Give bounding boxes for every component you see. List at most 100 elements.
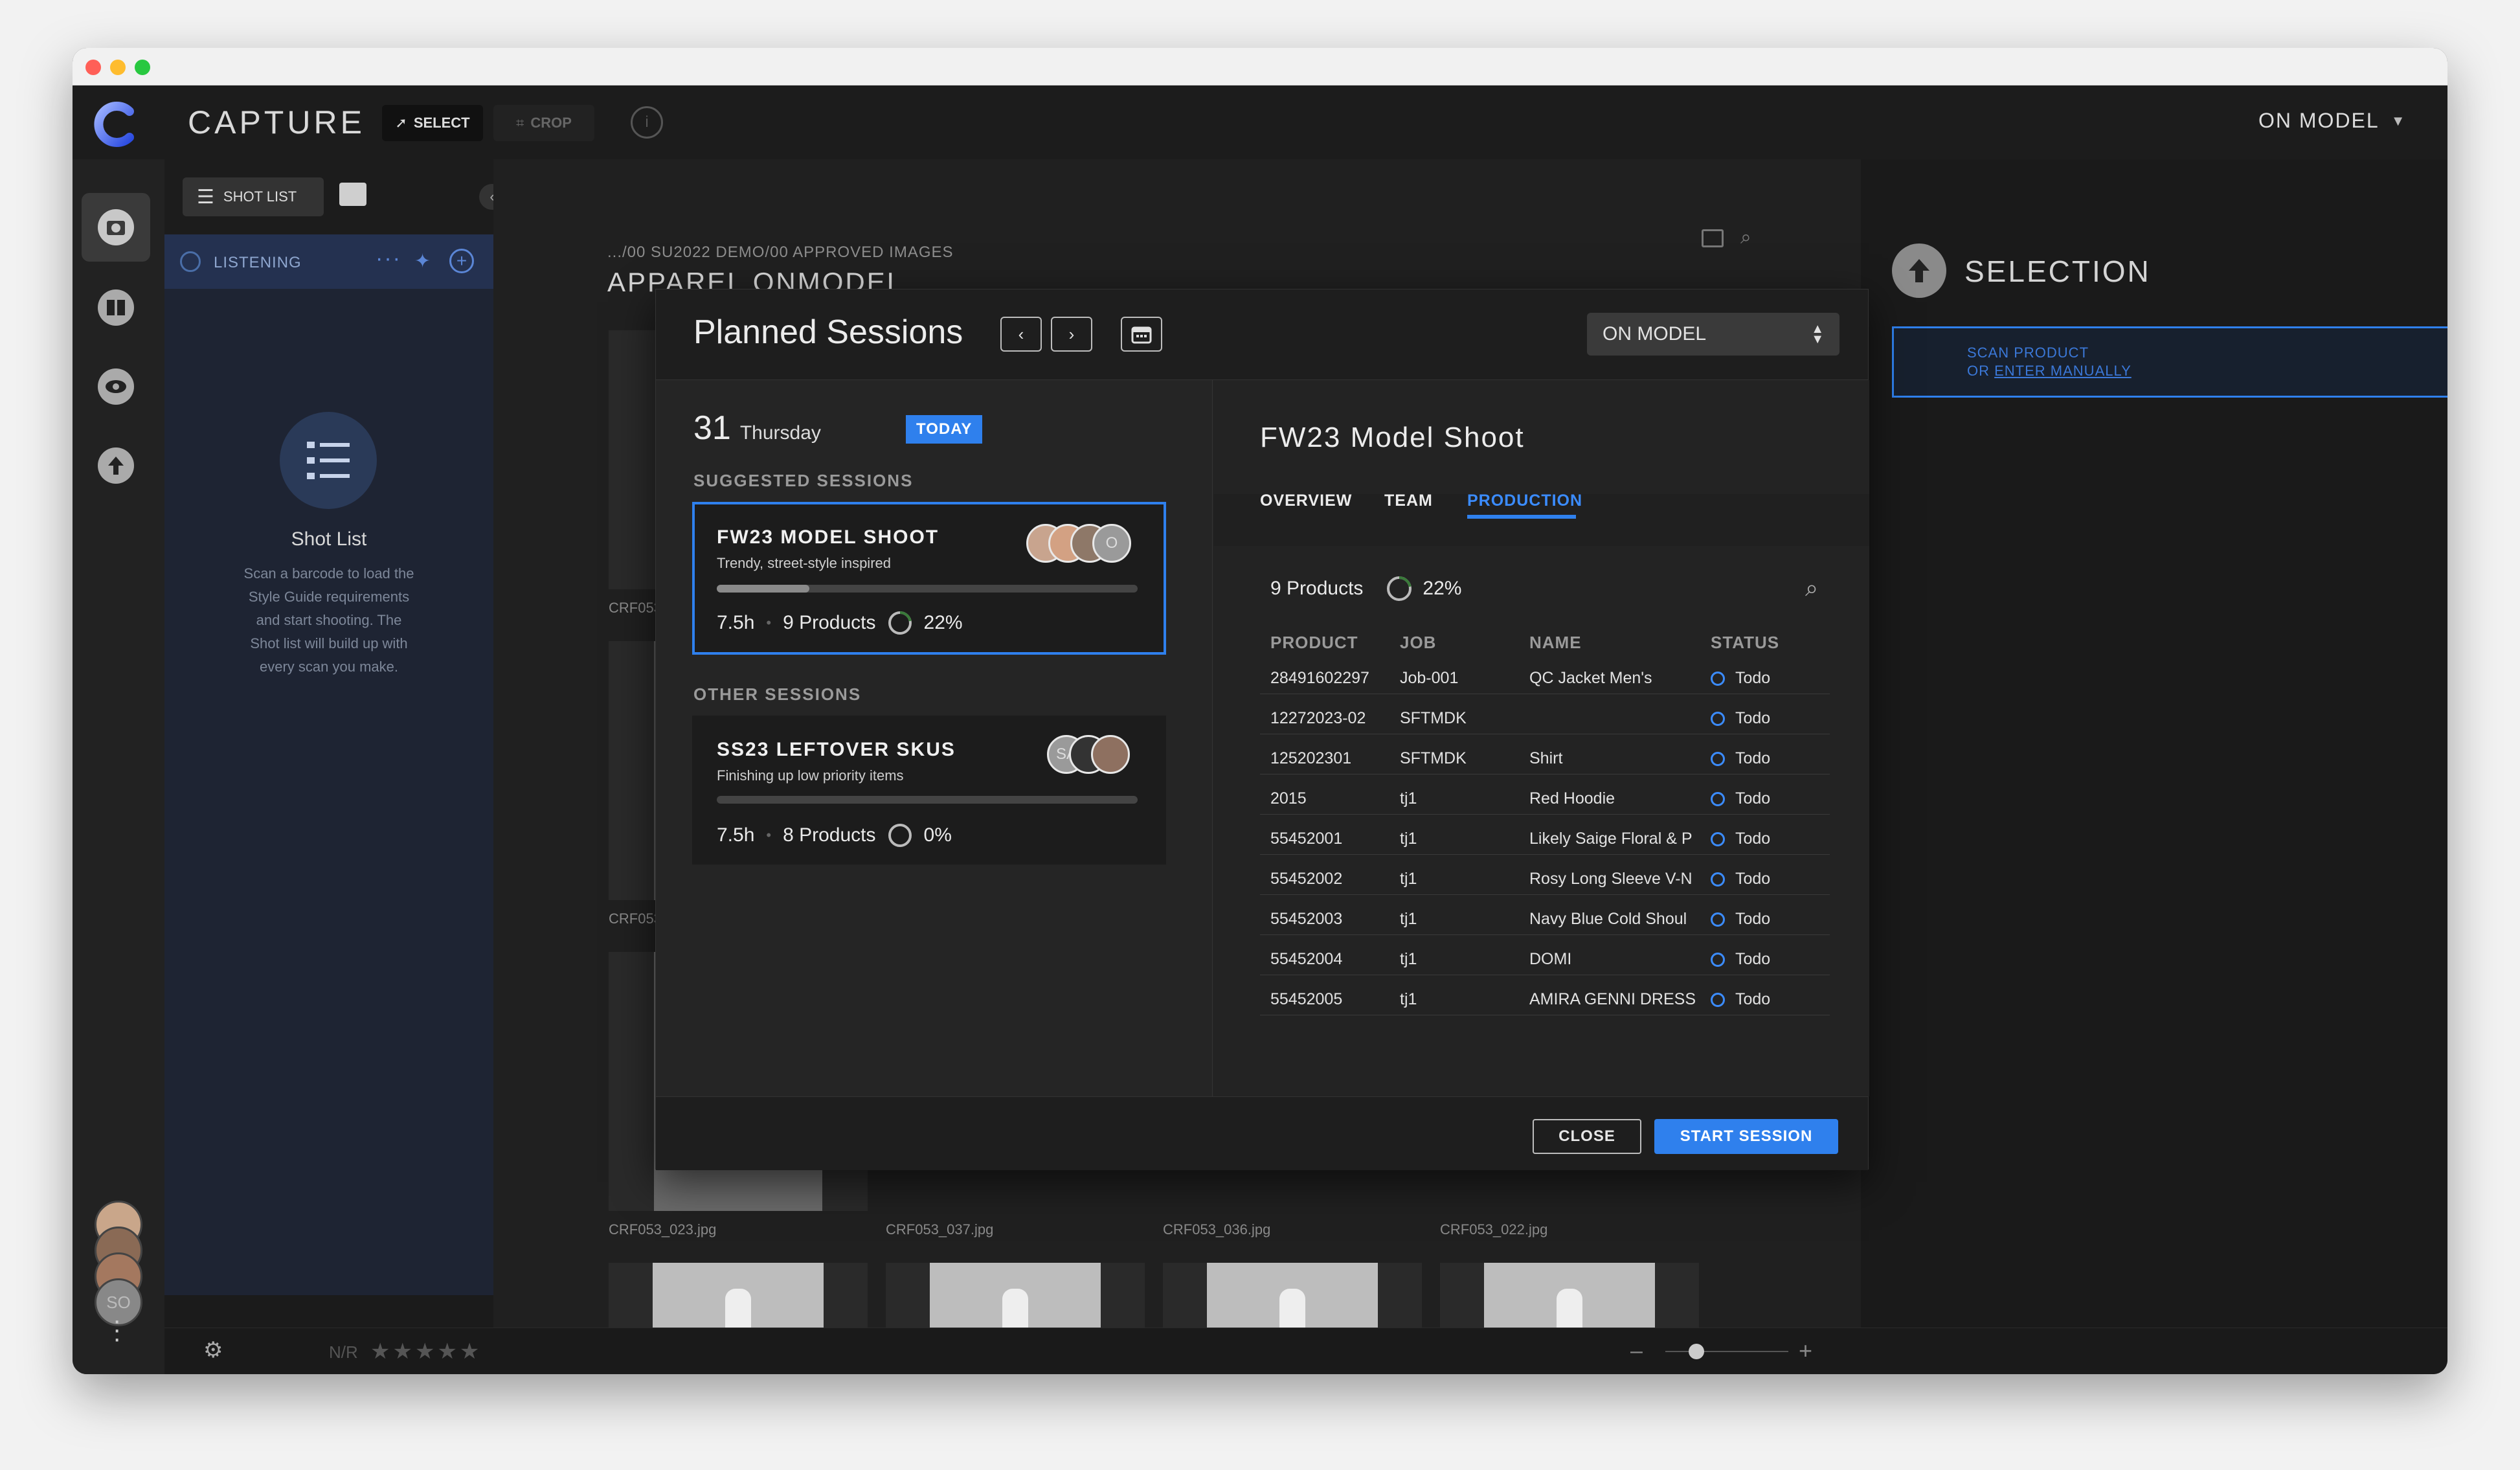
or-label: OR xyxy=(1967,363,1990,379)
product-cell: 12272023-02 xyxy=(1270,709,1366,727)
planned-sessions-modal: Planned Sessions ‹ › ON MODEL ▲ ▼ 31 Thur… xyxy=(655,289,1869,1170)
session-detail-title: FW23 Model Shoot xyxy=(1260,422,1525,453)
tab-overview[interactable]: OVERVIEW xyxy=(1260,492,1352,510)
sparkle-icon[interactable]: ✦ xyxy=(414,250,431,273)
date-day: 31 xyxy=(693,409,731,447)
session-products: 9 Products xyxy=(783,612,876,633)
tab-team[interactable]: TEAM xyxy=(1384,492,1433,510)
shot-list-button[interactable]: ☰ SHOT LIST xyxy=(183,177,324,216)
shot-list-empty-title: Shot List xyxy=(291,528,367,550)
job-cell: SFTMDK xyxy=(1400,749,1467,767)
job-cell: tj1 xyxy=(1400,910,1417,928)
upload-icon xyxy=(98,447,134,484)
chevron-right-icon: › xyxy=(1068,324,1075,344)
column-header-name[interactable]: NAME xyxy=(1529,633,1582,653)
close-button[interactable]: CLOSE xyxy=(1533,1119,1641,1154)
session-card[interactable]: FW23 MODEL SHOOT Trendy, street-style in… xyxy=(692,502,1166,655)
tab-production[interactable]: PRODUCTION xyxy=(1467,492,1582,510)
thumbnail-caption: CRF053_037.jpg xyxy=(886,1221,994,1238)
sort-arrows-icon: ▲ ▼ xyxy=(1811,322,1824,346)
calendar-button[interactable] xyxy=(1121,317,1162,352)
select-tool-button[interactable]: ➚ SELECT xyxy=(382,105,483,141)
listening-status-icon xyxy=(180,251,201,272)
rail-review-button[interactable] xyxy=(82,352,150,421)
star-rating[interactable]: ★★★★★ xyxy=(370,1339,482,1364)
left-rail: SO · · · xyxy=(73,159,164,1374)
breadcrumb: .../00 SU2022 DEMO/00 APPROVED IMAGES xyxy=(607,243,954,261)
session-list-pane: 31 Thursday TODAY SUGGESTED SESSIONS FW2… xyxy=(656,380,1213,1096)
rail-upload-button[interactable] xyxy=(82,431,150,500)
zoom-slider-handle[interactable] xyxy=(1689,1344,1704,1359)
mode-dropdown[interactable]: ON MODEL ▼ xyxy=(2258,109,2405,133)
add-icon[interactable]: + xyxy=(449,249,474,273)
production-percent: 22% xyxy=(1423,578,1462,599)
previous-day-button[interactable]: ‹ xyxy=(1000,317,1042,352)
search-icon[interactable]: ⌕ xyxy=(1805,574,1818,602)
shot-list-label: SHOT LIST xyxy=(223,188,297,205)
status-cell: Todo xyxy=(1735,669,1771,687)
product-cell: 125202301 xyxy=(1270,749,1352,767)
zoom-window-button[interactable] xyxy=(135,60,150,75)
zoom-slider-track[interactable] xyxy=(1665,1351,1788,1352)
product-cell: 28491602297 xyxy=(1270,669,1369,687)
progress-ring-icon xyxy=(888,611,912,635)
zoom-out-icon[interactable]: – xyxy=(1630,1339,1643,1364)
app-logo-icon xyxy=(89,97,144,152)
next-day-button[interactable]: › xyxy=(1051,317,1092,352)
list-icon: ☰ xyxy=(197,186,214,208)
zoom-in-icon[interactable]: + xyxy=(1799,1337,1812,1364)
column-header-status[interactable]: STATUS xyxy=(1711,633,1779,653)
session-type-label: ON MODEL xyxy=(1603,323,1707,345)
window-titlebar xyxy=(73,48,2447,85)
more-icon[interactable]: ··· xyxy=(376,246,401,271)
name-cell: Navy Blue Cold Shoul xyxy=(1529,910,1687,928)
table-row-divider xyxy=(1260,774,1830,775)
name-cell: Red Hoodie xyxy=(1529,789,1615,808)
shot-list-empty-icon xyxy=(280,412,377,509)
listening-label: LISTENING xyxy=(214,254,302,271)
rail-capture-button[interactable] xyxy=(82,193,150,262)
scan-product-box[interactable] xyxy=(1892,326,2447,398)
status-cell: Todo xyxy=(1735,749,1771,767)
session-type-dropdown[interactable]: ON MODEL ▲ ▼ xyxy=(1587,313,1839,356)
minimize-window-button[interactable] xyxy=(110,60,126,75)
table-row-divider xyxy=(1260,894,1830,895)
product-cell: 2015 xyxy=(1270,789,1307,808)
job-cell: Job-001 xyxy=(1400,669,1459,687)
session-name: SS23 LEFTOVER SKUS xyxy=(717,739,956,760)
session-hours: 7.5h xyxy=(717,612,755,633)
status-cell: Todo xyxy=(1735,990,1771,1008)
crop-icon: ⌗ xyxy=(516,115,524,131)
app-title: CAPTURE xyxy=(188,104,365,141)
app-window: CAPTURE ➚ SELECT ⌗ CROP i ON MODEL ▼ SO … xyxy=(73,48,2447,1374)
chevron-down-icon: ▼ xyxy=(2391,112,2405,129)
thumbnail-caption: CRF053_036.jpg xyxy=(1163,1221,1271,1238)
suggested-sessions-heading: SUGGESTED SESSIONS xyxy=(693,471,914,490)
folder-icon[interactable] xyxy=(339,183,366,206)
select-tool-label: SELECT xyxy=(413,115,470,131)
filter-sliders-icon[interactable]: ⚙ xyxy=(203,1337,223,1363)
session-card[interactable]: SS23 LEFTOVER SKUS Finishing up low prio… xyxy=(692,716,1166,865)
column-header-job[interactable]: JOB xyxy=(1400,633,1436,653)
more-options-icon[interactable]: · · · xyxy=(113,1307,121,1351)
rating-label: N/R xyxy=(329,1342,358,1362)
folder-icon[interactable] xyxy=(1702,229,1724,247)
search-icon[interactable]: ⌕ xyxy=(1740,227,1751,249)
progress-ring-icon xyxy=(1386,576,1412,602)
todo-status-icon xyxy=(1711,993,1725,1007)
product-cell: 55452003 xyxy=(1270,910,1343,928)
start-session-button[interactable]: START SESSION xyxy=(1654,1119,1838,1154)
listening-bar: LISTENING ··· ✦ + xyxy=(164,234,493,289)
name-cell: QC Jacket Men's xyxy=(1529,669,1652,687)
modal-title: Planned Sessions xyxy=(693,313,963,351)
session-name: FW23 MODEL SHOOT xyxy=(717,526,939,548)
rail-library-button[interactable] xyxy=(82,273,150,342)
column-header-product[interactable]: PRODUCT xyxy=(1270,633,1358,653)
close-window-button[interactable] xyxy=(85,60,101,75)
enter-manually-link[interactable]: ENTER MANUALLY xyxy=(1994,363,2132,379)
session-progress-bar xyxy=(717,796,1138,804)
crop-tool-button[interactable]: ⌗ CROP xyxy=(493,105,594,141)
selection-title: SELECTION xyxy=(1964,254,2151,288)
thumbnail-caption: CRF053_023.jpg xyxy=(609,1221,717,1238)
info-icon[interactable]: i xyxy=(631,106,663,139)
